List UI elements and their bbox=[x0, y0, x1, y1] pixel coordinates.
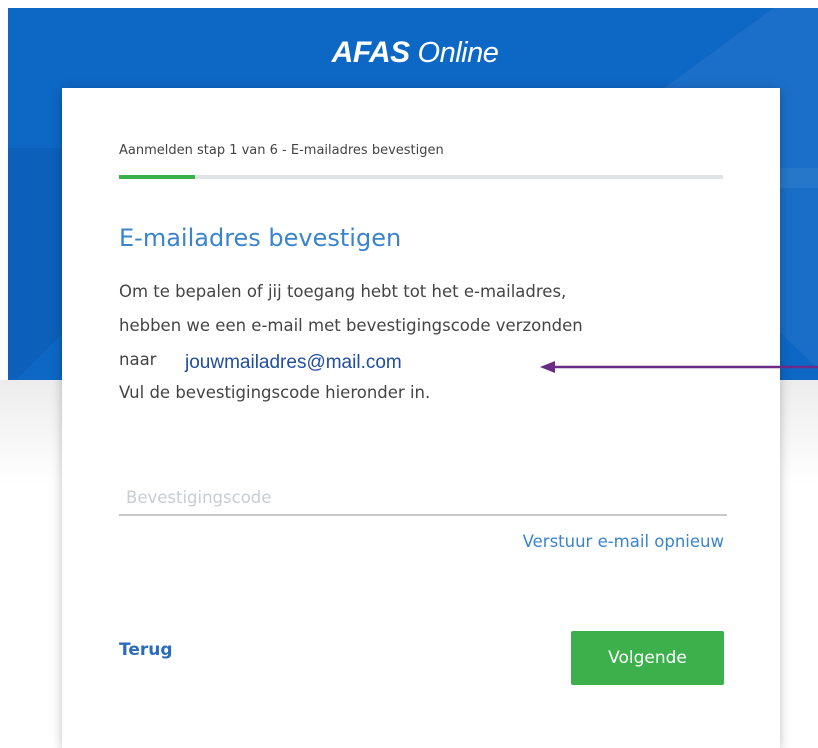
instruction-line-2: hebben we een e-mail met bevestigingscod… bbox=[119, 316, 583, 335]
afas-online-logo: AFAS Online bbox=[300, 36, 530, 70]
resend-email-link[interactable]: Verstuur e-mail opnieuw bbox=[474, 532, 724, 551]
logo-brand: AFAS bbox=[331, 36, 411, 69]
step-indicator: Aanmelden stap 1 van 6 - E-mailadres bev… bbox=[119, 143, 444, 158]
logo-suffix: Online bbox=[417, 37, 499, 69]
instruction-line-1: Om te bepalen of jij toegang hebt tot he… bbox=[119, 282, 567, 301]
verification-code-input[interactable] bbox=[119, 480, 727, 516]
progress-bar-fill bbox=[119, 175, 195, 179]
signup-card: Aanmelden stap 1 van 6 - E-mailadres bev… bbox=[62, 88, 780, 748]
email-address: jouwmailadres@mail.com bbox=[185, 352, 402, 373]
next-button[interactable]: Volgende bbox=[571, 631, 724, 685]
page-title: E-mailadres bevestigen bbox=[119, 224, 402, 252]
back-link[interactable]: Terug bbox=[119, 640, 173, 660]
progress-bar bbox=[119, 175, 723, 179]
instruction-line-4: Vul de bevestigingscode hieronder in. bbox=[119, 383, 431, 402]
instruction-line-3: naar bbox=[119, 350, 157, 369]
